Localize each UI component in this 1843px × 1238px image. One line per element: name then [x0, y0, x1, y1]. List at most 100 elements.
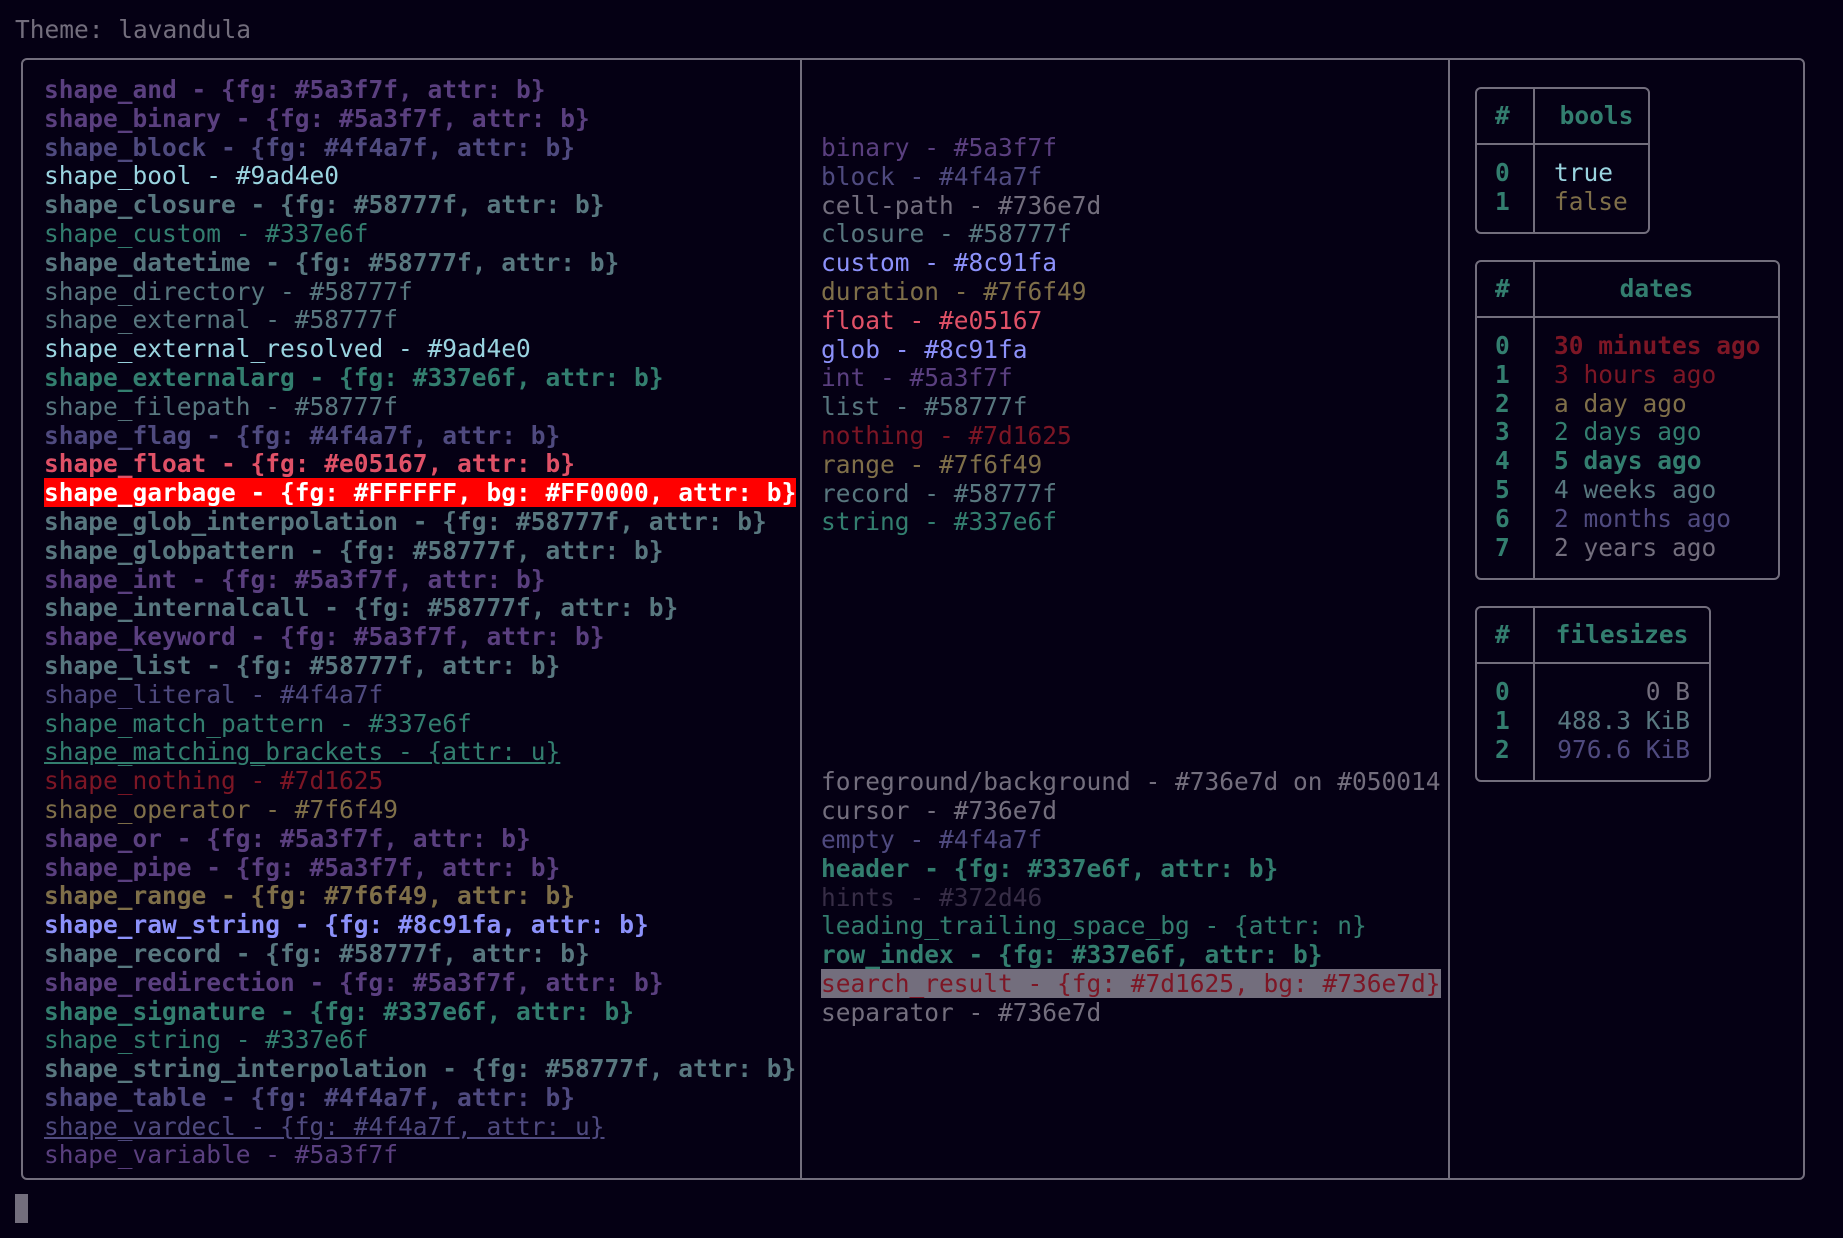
row-value: true [1554, 158, 1614, 187]
style-entry-text: shape_matching_brackets - {attr: u} [44, 737, 561, 767]
style-entry-text: shape_match_pattern - #337e6f [44, 708, 472, 738]
row-value: a day ago [1554, 388, 1687, 418]
index-column-header: # [1495, 620, 1510, 649]
column-separator [1533, 262, 1535, 578]
row-index: 2 [1495, 734, 1510, 764]
style-entry-text: shape_external - #58777f [44, 305, 399, 335]
terminal-cursor [15, 1194, 28, 1223]
style-entry-text: shape_datetime - {fg: #58777f, attr: b} [44, 247, 620, 277]
style-entry-text: shape_closure - {fg: #58777f, attr: b} [44, 190, 605, 220]
shape-colors-column: shape_and - {fg: #5a3f7f, attr: b} shape_… [44, 75, 797, 1170]
style-entry: shape_variable - #5a3f7f [44, 1141, 796, 1170]
style-entry: shape_list - {fg: #58777f, attr: b} [44, 651, 796, 681]
row-index: 0 [1495, 331, 1510, 360]
style-entry-text: shape_int - {fg: #5a3f7f, attr: b} [44, 564, 546, 594]
style-entry-text: search_result - {fg: #7d1625, bg: #736e7… [821, 968, 1441, 998]
style-entry-text: record - #58777f [821, 478, 1058, 508]
style-entry-text: string - #337e6f [821, 507, 1058, 537]
style-entry: shape_internalcall - {fg: #58777f, attr:… [44, 593, 796, 623]
style-entry: shape_external - #58777f [44, 305, 796, 335]
row-value: 2 years ago [1554, 532, 1717, 562]
style-entry-text: range - #7f6f49 [821, 449, 1043, 479]
style-entry: search_result - {fg: #7d1625, bg: #736e7… [821, 968, 1441, 999]
style-entry: shape_closure - {fg: #58777f, attr: b} [44, 190, 796, 220]
header-separator [1477, 143, 1648, 145]
row-value: 488.3 KiB [1557, 705, 1690, 735]
style-entry-text: nothing - #7d1625 [821, 420, 1072, 450]
header-separator [1477, 662, 1709, 664]
row-value: 2 days ago [1554, 417, 1702, 447]
style-entry: row_index - {fg: #337e6f, attr: b} [821, 940, 1441, 970]
row-index: 4 [1495, 446, 1510, 476]
style-entry-text: shape_string - #337e6f [44, 1025, 369, 1055]
filesizes-table: # filesizes 0 0 B 1 488.3 KiB 2 976.6 KiB [1475, 606, 1711, 782]
style-entry-text: shape_garbage - {fg: #FFFFFF, bg: #FF000… [44, 478, 797, 508]
style-entry: shape_keyword - {fg: #5a3f7f, attr: b} [44, 622, 796, 652]
style-entry-text: shape_float - {fg: #e05167, attr: b} [44, 449, 576, 479]
row-value: 0 B [1645, 677, 1690, 706]
style-entry: shape_nothing - #7d1625 [44, 766, 796, 796]
style-entry: shape_globpattern - {fg: #58777f, attr: … [44, 535, 796, 566]
style-entry: float - #e05167 [821, 306, 1441, 336]
style-entry: int - #5a3f7f [821, 363, 1441, 393]
style-entry-text: header - {fg: #337e6f, attr: b} [821, 853, 1279, 883]
style-entry: shape_float - {fg: #e05167, attr: b} [44, 449, 796, 479]
column-divider-2 [1448, 60, 1450, 1178]
style-entry: shape_directory - #58777f [44, 277, 796, 307]
style-entry-text: shape_raw_string - {fg: #8c91fa, attr: b… [44, 910, 649, 940]
style-entry: duration - #7f6f49 [821, 276, 1441, 307]
style-entry-text: int - #5a3f7f [821, 363, 1013, 393]
style-entry: shape_externalarg - {fg: #337e6f, attr: … [44, 362, 796, 393]
style-entry-text: shape_pipe - {fg: #5a3f7f, attr: b} [44, 852, 561, 882]
style-entry-text: shape_external_resolved - #9ad4e0 [44, 334, 531, 364]
style-entry: shape_bool - #9ad4e0 [44, 161, 796, 191]
row-index: 6 [1495, 503, 1510, 533]
value-column-header: bools [1559, 101, 1634, 130]
style-entry-text: shape_externalarg - {fg: #337e6f, attr: … [44, 362, 664, 392]
style-entry-text: shape_bool - #9ad4e0 [44, 161, 340, 191]
theme-preview-table: shape_and - {fg: #5a3f7f, attr: b} shape_… [21, 58, 1805, 1180]
row-value: 4 weeks ago [1554, 475, 1717, 504]
style-entry-text: shape_block - {fg: #4f4a7f, attr: b} [44, 132, 576, 162]
style-entry-text: cursor - #736e7d [821, 796, 1058, 826]
style-entry: shape_garbage - {fg: #FFFFFF, bg: #FF000… [44, 478, 797, 508]
index-column-header: # [1495, 274, 1510, 303]
row-index: 5 [1495, 475, 1510, 504]
row-index: 0 [1495, 158, 1510, 187]
style-entry-text: shape_range - {fg: #7f6f49, attr: b} [44, 881, 576, 911]
header-separator [1477, 316, 1778, 318]
row-value: 976.6 KiB [1557, 734, 1690, 764]
column-separator [1533, 608, 1535, 780]
style-entry-text: shape_internalcall - {fg: #58777f, attr:… [44, 593, 679, 623]
ui-colors-list: foreground/background - #736e7d on #0500… [821, 767, 1441, 1027]
value-column-header: filesizes [1555, 620, 1689, 649]
style-entry: shape_vardecl - {fg: #4f4a7f, attr: u} [44, 1111, 796, 1142]
dates-table: # dates 0 30 minutes ago 1 3 hours ago 2 a day … [1475, 260, 1780, 580]
value-colors-column: binary - #5a3f7f block - #4f4a7f cell-path… [821, 76, 1441, 1086]
row-index: 3 [1495, 417, 1510, 447]
style-entry-text: shape_globpattern - {fg: #58777f, attr: … [44, 535, 664, 565]
style-entry-text: shape_vardecl - {fg: #4f4a7f, attr: u} [44, 1111, 605, 1141]
row-value: 2 months ago [1554, 503, 1732, 533]
row-index: 0 [1495, 677, 1510, 706]
style-entry-text: binary - #5a3f7f [821, 133, 1058, 162]
style-entry: foreground/background - #736e7d on #0500… [821, 767, 1441, 797]
style-entry-text: shape_redirection - {fg: #5a3f7f, attr: … [44, 967, 664, 997]
row-index: 1 [1495, 359, 1510, 389]
style-entry-text: shape_keyword - {fg: #5a3f7f, attr: b} [44, 622, 605, 652]
style-entry-text: shape_and - {fg: #5a3f7f, attr: b} [44, 75, 546, 104]
style-entry: shape_datetime - {fg: #58777f, attr: b} [44, 247, 796, 278]
row-index: 2 [1495, 388, 1510, 418]
style-entry-text: block - #4f4a7f [821, 161, 1043, 191]
style-entry: shape_custom - #337e6f [44, 219, 796, 249]
style-entry-text: shape_literal - #4f4a7f [44, 679, 384, 709]
style-entry: shape_and - {fg: #5a3f7f, attr: b} [44, 75, 796, 105]
style-entry-text: shape_binary - {fg: #5a3f7f, attr: b} [44, 103, 590, 133]
style-entry-text: duration - #7f6f49 [821, 276, 1087, 306]
row-index: 7 [1495, 532, 1510, 562]
style-entry: shape_record - {fg: #58777f, attr: b} [44, 939, 796, 969]
style-entry-text: shape_operator - #7f6f49 [44, 794, 399, 824]
style-entry: shape_pipe - {fg: #5a3f7f, attr: b} [44, 852, 796, 883]
style-entry: shape_redirection - {fg: #5a3f7f, attr: … [44, 967, 796, 998]
style-entry: custom - #8c91fa [821, 248, 1441, 278]
